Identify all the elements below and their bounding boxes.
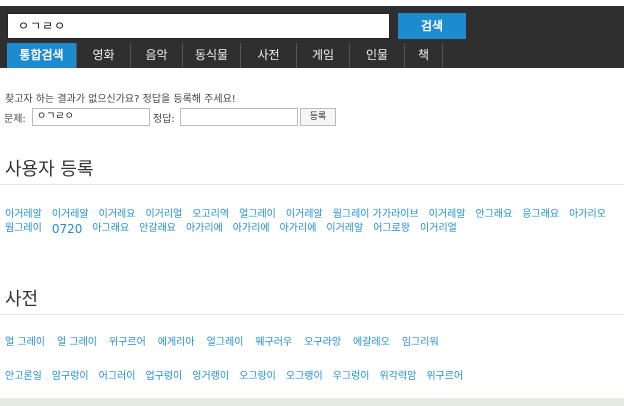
result-link[interactable]: 이거레알: [429, 208, 466, 222]
result-link[interactable]: 얼그레이: [239, 208, 276, 222]
dict-link[interactable]: 안고론일: [5, 370, 42, 384]
dict-link[interactable]: 암구렁이: [52, 370, 89, 384]
tab-music[interactable]: 음악: [131, 43, 183, 68]
tab-all[interactable]: 통합검색: [7, 43, 77, 68]
dict-link[interactable]: 위구르어: [426, 370, 463, 384]
dict-link[interactable]: 웨구러우: [255, 336, 292, 350]
answer-field[interactable]: [180, 108, 298, 126]
dict-link[interactable]: 어그러이: [99, 370, 136, 384]
question-field[interactable]: ㅇㄱㄹㅇ: [32, 108, 150, 126]
result-link[interactable]: 이거레알: [52, 208, 89, 222]
dict-result-row: 얼 그레이 얼 그레이 위구르어 에게리아 얼그레이 웨구러우 오구라앙 에갈레…: [5, 336, 619, 350]
dict-section-title: 사전: [5, 289, 39, 310]
result-link[interactable]: 오고리역: [192, 208, 229, 222]
result-link[interactable]: 안갈래요: [139, 222, 176, 236]
result-link[interactable]: 아가리오: [569, 208, 606, 222]
search-button[interactable]: 검색: [398, 13, 466, 39]
result-link[interactable]: 아가리에: [280, 222, 317, 236]
register-prompt: 찾고자 하는 결과가 없으신가요? 정답을 등록해 주세요!: [5, 94, 236, 105]
result-link[interactable]: 이거리얼: [420, 222, 457, 236]
result-link[interactable]: 이거레알: [5, 208, 42, 222]
dict-link[interactable]: 업구렁이: [145, 370, 182, 384]
result-link[interactable]: 이거리얼: [145, 208, 182, 222]
register-button[interactable]: 등록: [300, 108, 336, 126]
dict-link[interactable]: 엉거랭이: [192, 370, 229, 384]
question-label: 문제:: [4, 114, 26, 125]
result-link[interactable]: 0720: [52, 222, 83, 236]
result-link[interactable]: 이거레알: [326, 222, 363, 236]
result-link[interactable]: 이거레알: [286, 208, 323, 222]
result-link[interactable]: 아가리에: [186, 222, 223, 236]
dict-link[interactable]: 에갈레오: [353, 336, 390, 350]
result-link[interactable]: 아그래요: [92, 222, 129, 236]
dict-link[interactable]: 얼 그레이: [57, 336, 97, 350]
dict-link[interactable]: 오그랭이: [286, 370, 323, 384]
answer-label: 정답:: [153, 114, 175, 125]
dict-link[interactable]: 우그렁이: [333, 370, 370, 384]
search-input[interactable]: ㅇㄱㄹㅇ: [7, 13, 390, 39]
tab-people[interactable]: 인물: [350, 43, 405, 68]
result-link[interactable]: 응그래요: [522, 208, 559, 222]
result-link[interactable]: 아가리에: [233, 222, 270, 236]
dict-link[interactable]: 임그리워: [402, 336, 439, 350]
dict-link[interactable]: 얼그레이: [207, 336, 244, 350]
page: ㅇㄱㄹㅇ 검색 통합검색 영화 음악 동식물 사전 게임 인물 책 찾고자 하는…: [0, 0, 624, 406]
dict-link[interactable]: 에게리아: [158, 336, 195, 350]
user-section-divider: [0, 184, 624, 185]
result-link[interactable]: 이거레요: [99, 208, 136, 222]
dict-link[interactable]: 얼 그레이: [5, 336, 45, 350]
user-section-title: 사용자 등록: [5, 159, 94, 180]
dict-link[interactable]: 위각력암: [380, 370, 417, 384]
result-link[interactable]: 웜그레이 가가라이브: [333, 208, 419, 222]
user-result-list: 이거레알 이거레알 이거레요 이거리얼 오고리역 얼그레이 이거레알 웜그레이 …: [5, 208, 619, 236]
tab-book[interactable]: 책: [405, 43, 443, 68]
category-tabs: 통합검색 영화 음악 동식물 사전 게임 인물 책: [7, 43, 443, 68]
result-link[interactable]: 웜그레이: [5, 222, 42, 236]
search-header: ㅇㄱㄹㅇ 검색 통합검색 영화 음악 동식물 사전 게임 인물 책: [0, 6, 624, 68]
tab-dictionary[interactable]: 사전: [241, 43, 297, 68]
page-bottom-edge: [0, 398, 624, 406]
dict-link[interactable]: 오구라앙: [304, 336, 341, 350]
dict-link[interactable]: 오그랑이: [239, 370, 276, 384]
tab-game[interactable]: 게임: [297, 43, 350, 68]
result-link[interactable]: 어그로왕: [373, 222, 410, 236]
dict-result-row: 안고론일 암구렁이 어그러이 업구렁이 엉거랭이 오그랑이 오그랭이 우그렁이 …: [5, 370, 619, 384]
tab-animals-plants[interactable]: 동식물: [183, 43, 241, 68]
result-link[interactable]: 안그래요: [475, 208, 512, 222]
dict-section-divider: [0, 314, 624, 315]
dict-link[interactable]: 위구르어: [109, 336, 146, 350]
tab-movie[interactable]: 영화: [77, 43, 131, 68]
